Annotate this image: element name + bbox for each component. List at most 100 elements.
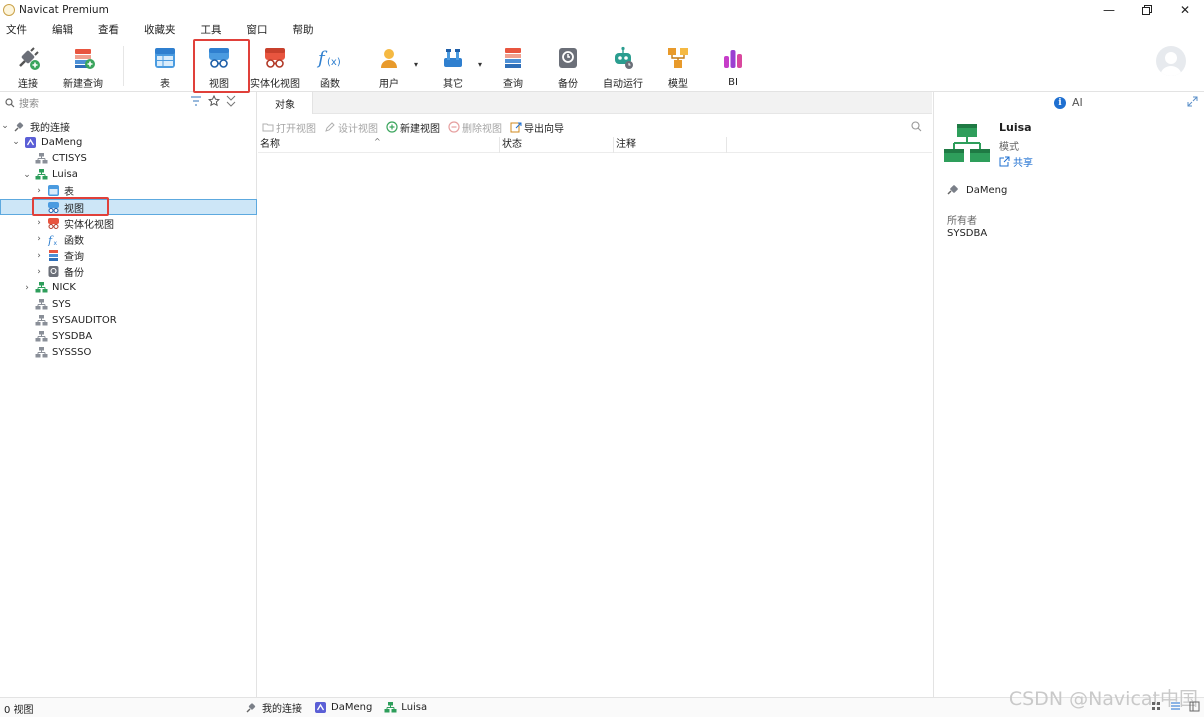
- chevron-right-icon[interactable]: ›: [34, 251, 44, 261]
- list-view-icon[interactable]: [1170, 701, 1181, 712]
- export-wizard-button[interactable]: 导出向导: [510, 120, 564, 135]
- connection-group-icon: [245, 701, 258, 714]
- tree-node-schema-sysauditor[interactable]: SYSAUDITOR: [0, 312, 257, 328]
- owner-label: 所有者: [947, 216, 977, 227]
- connect-button[interactable]: 连接: [8, 42, 48, 90]
- tree-node-materialized-views[interactable]: › 实体化视图: [0, 215, 257, 231]
- user-dropdown-caret-icon[interactable]: ▾: [414, 60, 418, 69]
- menu-view[interactable]: 查看: [91, 20, 126, 40]
- object-toolbar: 打开视图 设计视图 新建视图 删除视图 导出向导: [258, 118, 932, 136]
- connection-tree: ⌄ 我的连接 ⌄ DaMeng CTISYS ⌄ Luisa › 表 视图 › …: [0, 118, 257, 361]
- tree-label: 我的连接: [30, 122, 70, 134]
- minus-circle-icon: [448, 121, 460, 133]
- schema-icon: [35, 330, 48, 343]
- new-view-button[interactable]: 新建视图: [386, 120, 440, 135]
- info-pane-header: i AI: [1054, 96, 1083, 109]
- collapse-all-icon[interactable]: [226, 95, 236, 107]
- grid-view-icon[interactable]: [1151, 701, 1162, 712]
- tree-label: NICK: [52, 282, 76, 294]
- design-view-button[interactable]: 设计视图: [324, 120, 378, 135]
- column-header-comment[interactable]: 注释: [614, 137, 727, 153]
- nav-search-bar[interactable]: 搜索: [0, 92, 256, 113]
- menu-window[interactable]: 窗口: [240, 20, 275, 40]
- tree-node-schema-ctisys[interactable]: CTISYS: [0, 150, 257, 166]
- menu-help[interactable]: 帮助: [286, 20, 321, 40]
- tree-label: CTISYS: [52, 152, 87, 164]
- chevron-right-icon[interactable]: ›: [34, 186, 44, 196]
- delete-view-button[interactable]: 删除视图: [448, 120, 502, 135]
- filter-icon[interactable]: [190, 95, 202, 107]
- tab-bar: 对象: [258, 92, 932, 114]
- new-query-button[interactable]: 新建查询: [60, 42, 106, 90]
- chevron-right-icon[interactable]: ›: [34, 218, 44, 228]
- main-toolbar: 连接 新建查询 表 视图 实体化视图 f (x) 函数 用户 ▾ 其它 ▾ 查询…: [0, 39, 1204, 93]
- column-header-status[interactable]: 状态: [500, 137, 614, 153]
- menu-edit[interactable]: 编辑: [45, 20, 80, 40]
- breadcrumb-dameng[interactable]: DaMeng: [314, 701, 372, 714]
- open-folder-icon: [262, 121, 274, 133]
- tree-label: SYS: [52, 298, 71, 310]
- tab-objects[interactable]: 对象: [258, 92, 313, 114]
- tree-node-schema-luisa[interactable]: ⌄ Luisa: [0, 167, 257, 183]
- share-link[interactable]: 共享: [999, 154, 1033, 169]
- menu-tools[interactable]: 工具: [194, 20, 229, 40]
- materialized-view-button[interactable]: 实体化视图: [250, 42, 300, 90]
- schema-icon: [35, 298, 48, 311]
- tree-node-schema-nick[interactable]: › NICK: [0, 280, 257, 296]
- user-avatar[interactable]: [1156, 46, 1186, 76]
- automation-button[interactable]: 自动运行: [600, 42, 646, 90]
- chevron-right-icon[interactable]: ›: [34, 267, 44, 277]
- breadcrumb-luisa[interactable]: Luisa: [384, 701, 427, 714]
- toolbar-separator: [123, 46, 124, 86]
- tree-node-dameng[interactable]: ⌄ DaMeng: [0, 134, 257, 150]
- materialized-view-icon: [47, 217, 60, 230]
- bi-label: BI: [728, 77, 738, 88]
- maximize-button[interactable]: [1128, 0, 1166, 20]
- chevron-down-icon[interactable]: ⌄: [11, 137, 21, 147]
- query-button[interactable]: 查询: [493, 42, 533, 90]
- expand-icon[interactable]: [1187, 96, 1198, 107]
- search-icon[interactable]: [911, 121, 922, 132]
- svg-text:x: x: [54, 240, 58, 246]
- star-icon[interactable]: [208, 95, 220, 107]
- chevron-down-icon[interactable]: ⌄: [0, 121, 10, 131]
- connection-info: DaMeng: [946, 184, 1007, 196]
- breadcrumb-connections[interactable]: 我的连接: [245, 700, 302, 715]
- automation-label: 自动运行: [603, 79, 643, 90]
- minimize-button[interactable]: —: [1090, 0, 1128, 20]
- open-view-button[interactable]: 打开视图: [262, 120, 316, 135]
- tree-label: SYSAUDITOR: [52, 314, 117, 326]
- tree-node-queries[interactable]: › 查询: [0, 248, 257, 264]
- window-controls: — ✕: [1090, 0, 1204, 20]
- info-icon[interactable]: i: [1054, 96, 1066, 109]
- detail-view-icon[interactable]: [1189, 701, 1200, 712]
- bi-button[interactable]: BI: [713, 42, 753, 90]
- chevron-right-icon[interactable]: ›: [34, 234, 44, 244]
- tree-node-schema-sys[interactable]: SYS: [0, 296, 257, 312]
- other-dropdown-caret-icon[interactable]: ▾: [478, 60, 482, 69]
- backup-button[interactable]: 备份: [548, 42, 588, 90]
- tree-node-schema-syssso[interactable]: SYSSSO: [0, 345, 257, 361]
- close-button[interactable]: ✕: [1166, 0, 1204, 20]
- search-input[interactable]: 搜索: [19, 95, 39, 110]
- menu-favorites[interactable]: 收藏夹: [137, 20, 183, 40]
- tree-node-schema-sysdba[interactable]: SYSDBA: [0, 328, 257, 344]
- column-header-name[interactable]: 名称 ^: [258, 137, 500, 153]
- backup-label: 备份: [558, 79, 578, 90]
- tree-node-my-connections[interactable]: ⌄ 我的连接: [0, 118, 257, 134]
- menu-file[interactable]: 文件: [0, 20, 34, 40]
- ai-tab[interactable]: AI: [1072, 96, 1083, 109]
- chevron-down-icon[interactable]: ⌄: [22, 170, 32, 180]
- other-button[interactable]: 其它: [433, 42, 473, 90]
- object-type: 模式: [999, 142, 1019, 153]
- table-button[interactable]: 表: [145, 42, 185, 90]
- tree-node-backups[interactable]: › 备份: [0, 264, 257, 280]
- function-button[interactable]: f (x) 函数: [310, 42, 350, 90]
- schema-open-icon: [35, 281, 48, 294]
- user-button[interactable]: 用户: [369, 42, 409, 90]
- chevron-right-icon[interactable]: ›: [22, 283, 32, 293]
- share-icon: [999, 156, 1010, 167]
- model-button[interactable]: 模型: [658, 42, 698, 90]
- tree-label: SYSDBA: [52, 331, 93, 343]
- tree-node-functions[interactable]: › fx 函数: [0, 231, 257, 247]
